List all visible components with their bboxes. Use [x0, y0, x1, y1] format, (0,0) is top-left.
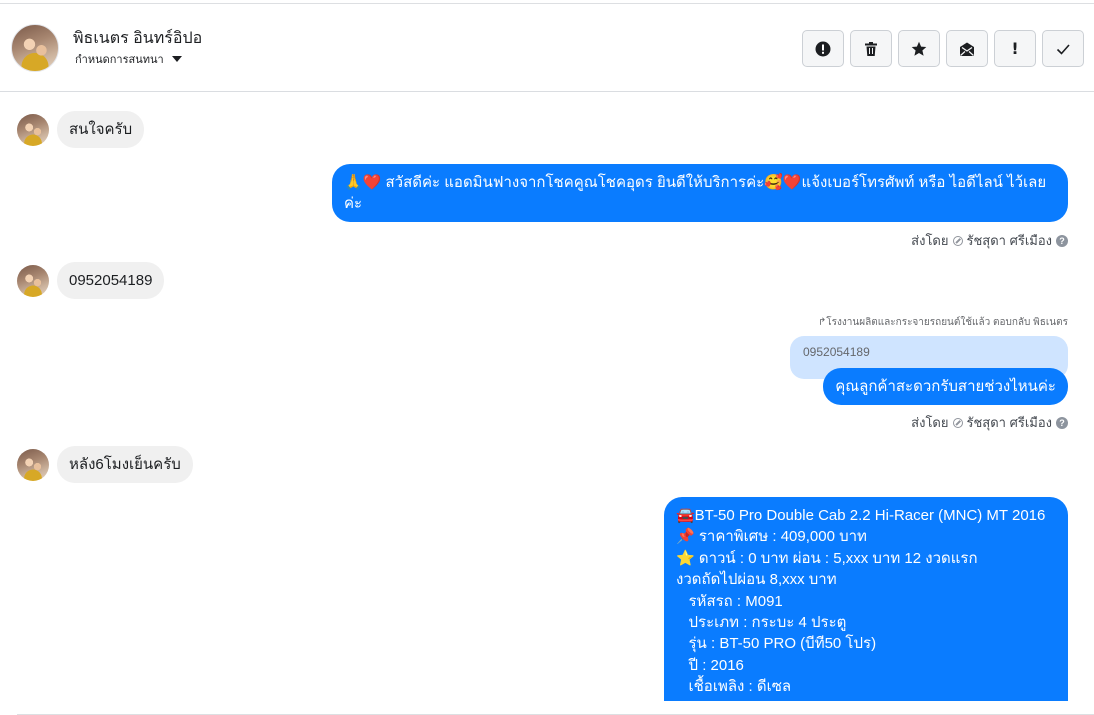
- sent-by-agent: รัชสุดา ศรีเมือง: [966, 415, 1053, 430]
- car-next-installment: งวดถัดไปผ่อน 8,xxx บาท: [676, 571, 837, 589]
- greeting-text: สวัสดีค่ะ แอดมินฟางจากโชคคูณโชคอุดร ยินด…: [385, 174, 1047, 191]
- delete-button[interactable]: [850, 30, 892, 67]
- car-type: ประเภท : กระบะ 4 ประตู: [676, 614, 847, 632]
- sent-by-info: ส่งโดย รัชสุดา ศรีเมือง ?: [911, 230, 1068, 251]
- message-row-incoming: สนใจครับ: [17, 111, 145, 148]
- header-actions: !: [802, 30, 1084, 67]
- exclamation-icon: !: [1011, 39, 1019, 58]
- message-bubble-incoming[interactable]: 0952054189: [57, 262, 165, 299]
- car-model: รุ่น : BT-50 PRO (บีที50 โปร): [676, 635, 877, 653]
- message-row-incoming: หลัง6โมงเย็นครับ: [17, 446, 193, 483]
- reply-context-note: ↱โรงงานผลิตและกระจายรถยนต์ใช้แล้ว ตอบกลั…: [817, 317, 1068, 328]
- star-button[interactable]: [898, 30, 940, 67]
- pray-heart-emoji: 🙏❤️: [344, 174, 382, 191]
- sent-by-agent: รัชสุดา ศรีเมือง: [966, 233, 1053, 248]
- sender-avatar: [17, 448, 49, 481]
- help-icon[interactable]: ?: [1056, 416, 1068, 429]
- car-price: 📌 ราคาพิเศษ : 409,000 บาท: [676, 528, 867, 546]
- star-icon: [911, 41, 927, 56]
- mark-done-button[interactable]: [1042, 30, 1084, 67]
- sent-by-prefix: ส่งโดย: [911, 233, 949, 248]
- message-bubble-outgoing[interactable]: คุณลูกค้าสะดวกรับสายช่วงไหนค่ะ: [823, 368, 1068, 405]
- assign-conversation-dropdown[interactable]: กำหนดการสนทนา: [75, 50, 182, 68]
- reply-text: คุณลูกค้าสะดวกรับสายช่วงไหนค่ะ: [835, 378, 1056, 395]
- car-year: ปี : 2016: [676, 656, 744, 674]
- mail-icon: [960, 42, 974, 56]
- message-thread[interactable]: สนใจครับ 🙏❤️ สวัสดีค่ะ แอดมินฟางจากโชคคู…: [0, 93, 1094, 701]
- conversation-header: พิธเนตร อินทร์อิปอ กำหนดการสนทนา !: [0, 4, 1094, 92]
- sent-by-prefix: ส่งโดย: [911, 415, 949, 430]
- alert-circle-icon: [815, 41, 831, 56]
- assign-conversation-label: กำหนดการสนทนา: [75, 54, 164, 66]
- message-bubble-incoming[interactable]: หลัง6โมงเย็นครับ: [57, 446, 193, 483]
- mark-unread-button[interactable]: [946, 30, 988, 67]
- car-listing-message[interactable]: 🚘BT-50 Pro Double Cab 2.2 Hi-Racer (MNC)…: [664, 497, 1068, 701]
- caret-down-icon: [171, 56, 182, 62]
- message-bubble-incoming[interactable]: สนใจครับ: [57, 111, 145, 148]
- flag-button[interactable]: !: [994, 30, 1036, 67]
- car-code: รหัสรถ : M091: [676, 592, 783, 610]
- car-fuel: เชื้อเพลิง : ดีเซล: [676, 678, 792, 696]
- car-title: 🚘BT-50 Pro Double Cab 2.2 Hi-Racer (MNC)…: [676, 507, 1046, 524]
- sender-avatar: [17, 264, 49, 297]
- mark-spam-button[interactable]: [802, 30, 844, 67]
- message-bubble-outgoing[interactable]: 🙏❤️ สวัสดีค่ะ แอดมินฟางจากโชคคูณโชคอุดร …: [332, 164, 1068, 222]
- greeting-text-end: ค่ะ: [344, 195, 363, 212]
- trash-icon: [865, 41, 877, 56]
- blocked-circle-icon: [952, 235, 963, 246]
- message-row-incoming: 0952054189: [17, 262, 165, 299]
- contact-name[interactable]: พิธเนตร อินทร์อิปอ: [73, 26, 202, 51]
- help-icon[interactable]: ?: [1056, 234, 1068, 247]
- sent-by-info: ส่งโดย รัชสุดา ศรีเมือง ?: [911, 412, 1068, 433]
- car-down-payment: ⭐ ดาวน์ : 0 บาท ผ่อน : 5,xxx บาท 12 งวดแ…: [676, 549, 978, 567]
- contact-avatar[interactable]: [11, 24, 59, 72]
- blocked-circle-icon: [952, 417, 963, 428]
- check-icon: [1056, 43, 1070, 55]
- sender-avatar: [17, 113, 49, 146]
